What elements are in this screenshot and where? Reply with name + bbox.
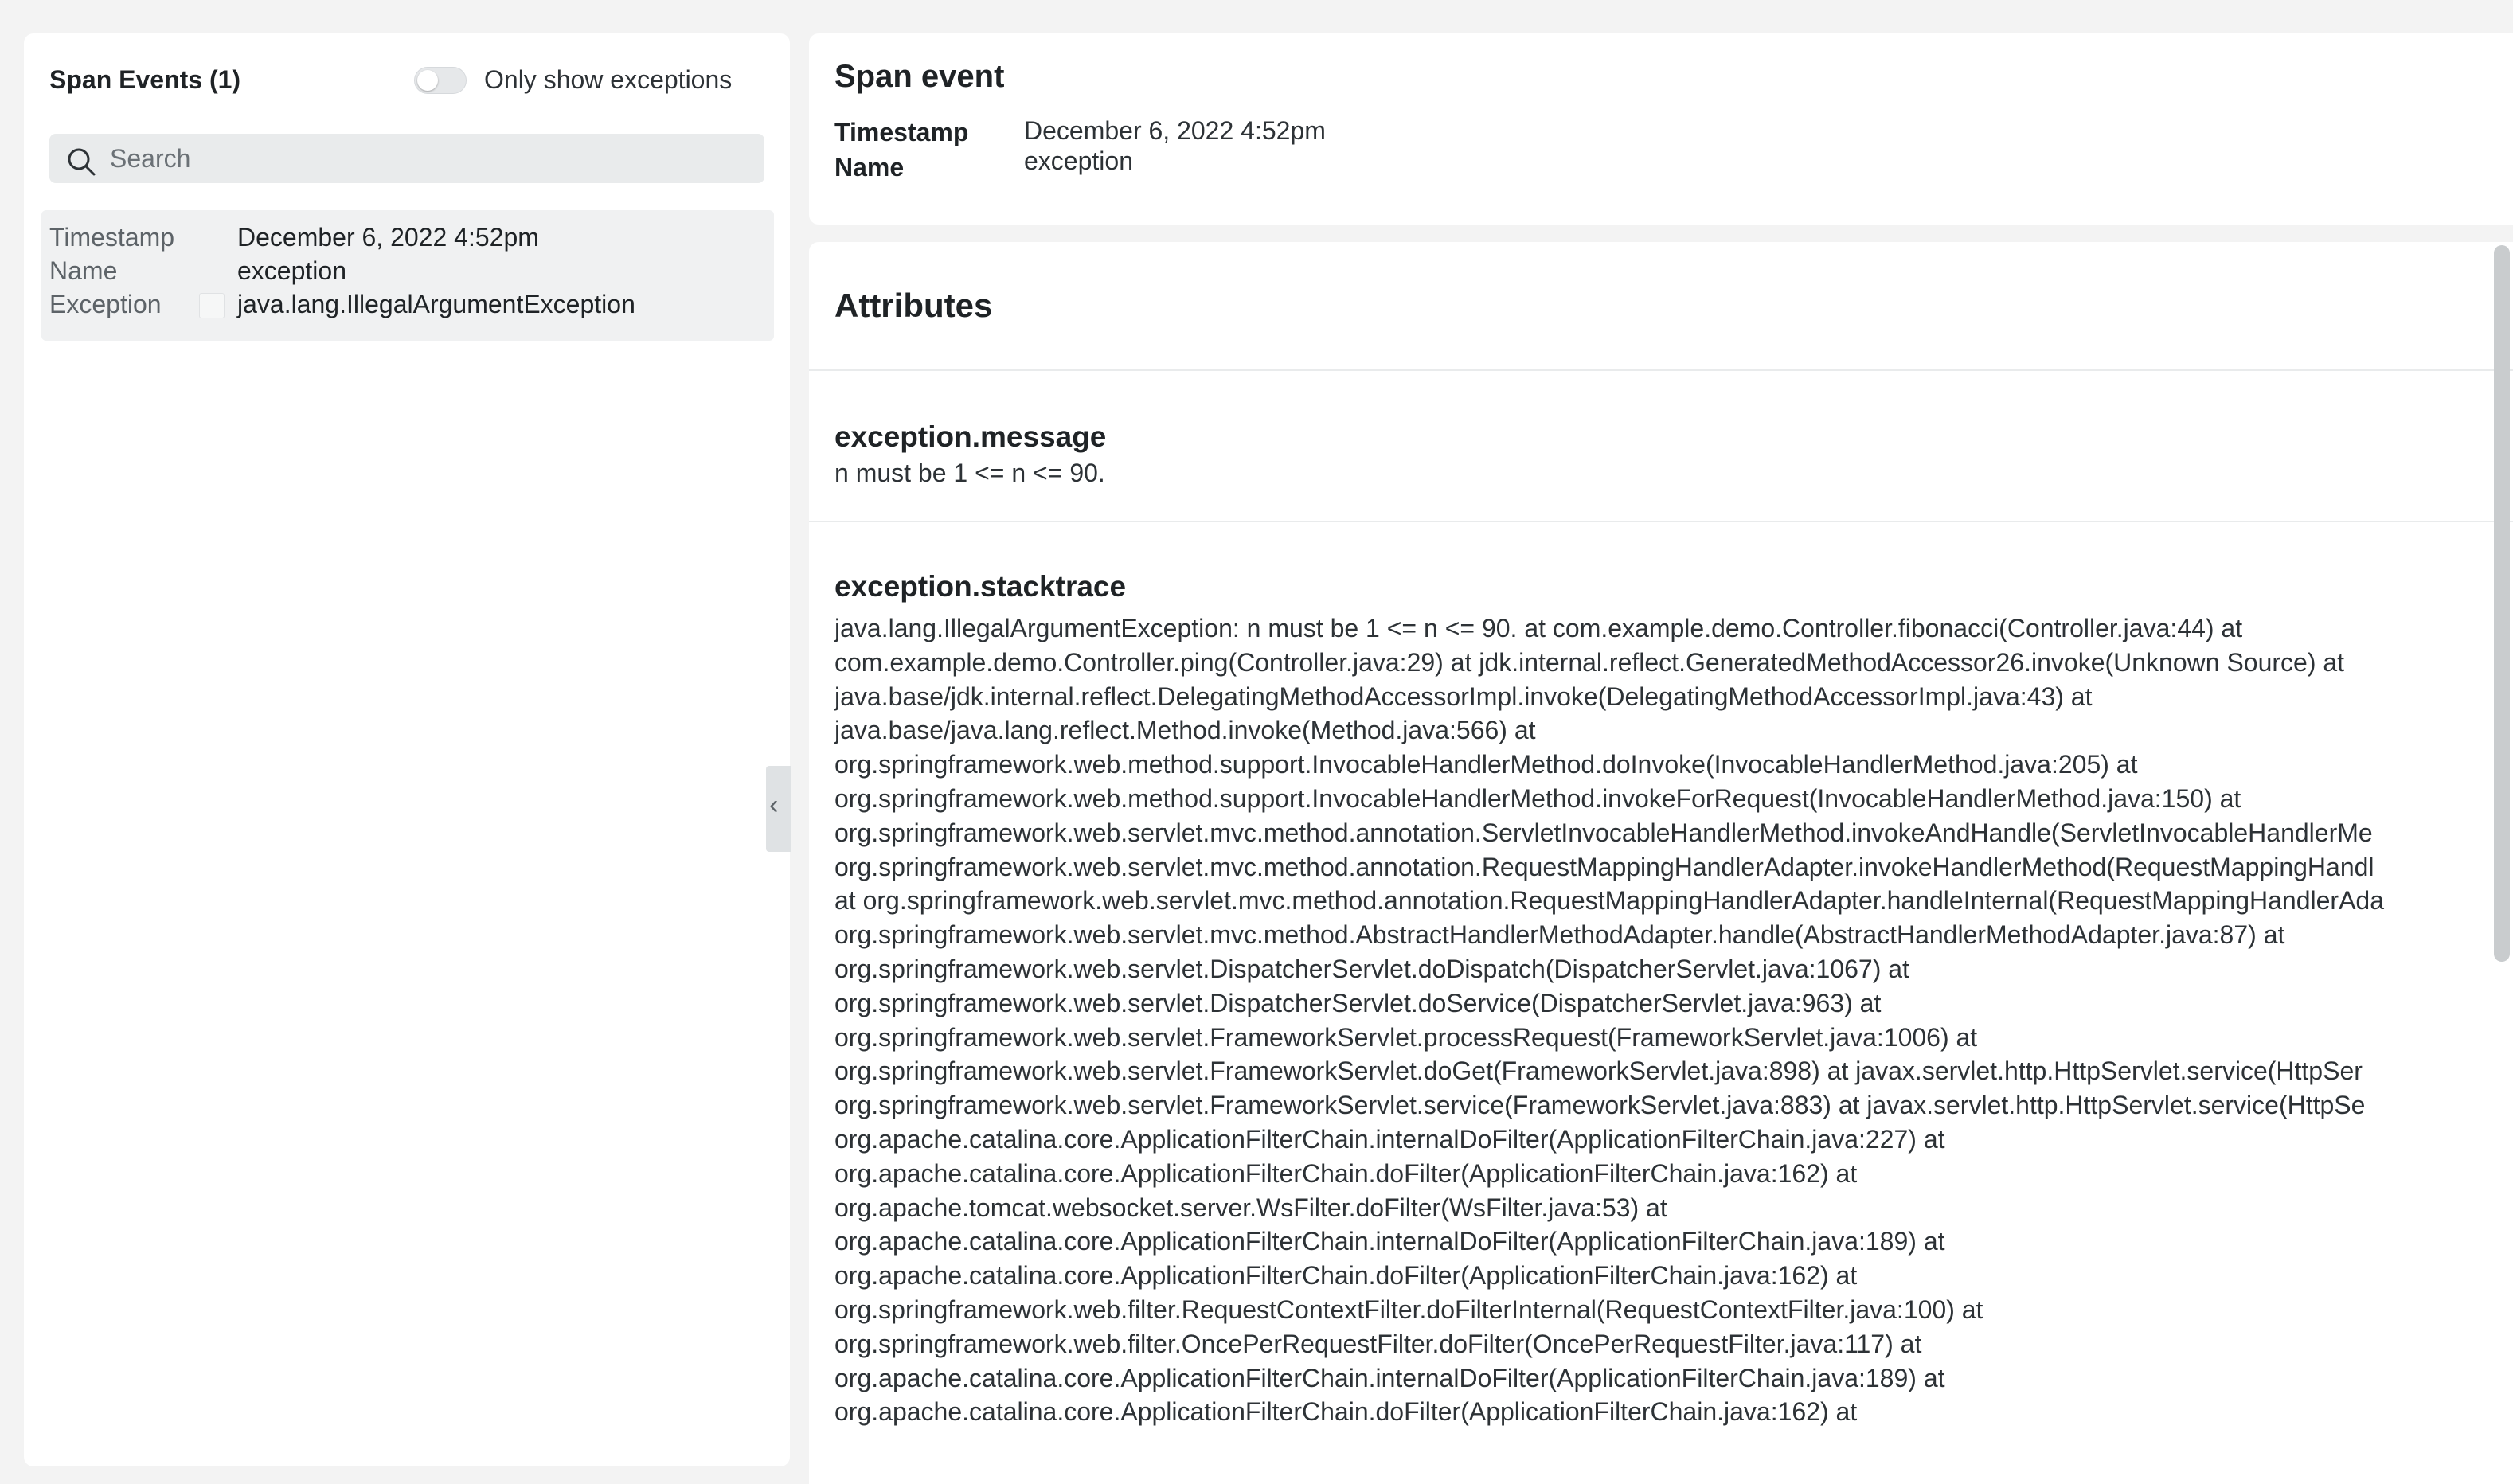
chevron-left-icon: ‹ [769,790,779,820]
divider [809,521,2513,522]
stacktrace-line: org.springframework.web.servlet.Framewor… [834,1091,2366,1120]
search-icon [68,148,96,176]
stacktrace-line: org.apache.catalina.core.ApplicationFilt… [834,1363,1945,1392]
stacktrace-line: org.springframework.web.servlet.mvc.meth… [834,852,2374,881]
event-exception-value: java.lang.IllegalArgumentException [237,290,635,318]
collapse-panel-button[interactable]: ‹ [766,766,791,852]
stacktrace-line: org.springframework.web.servlet.mvc.meth… [834,818,2373,847]
stacktrace-line: org.springframework.web.servlet.Dispatch… [834,988,1882,1017]
search-box [49,134,764,183]
span-name-value: exception [1024,146,1133,175]
span-events-panel: Span Events (1) Only show exceptions Tim… [24,33,790,1466]
stacktrace-line: org.apache.catalina.core.ApplicationFilt… [834,1158,1858,1188]
stacktrace-line: org.apache.catalina.core.ApplicationFilt… [834,1124,1945,1154]
span-event-panel: Span event Timestamp December 6, 2022 4:… [809,33,2513,225]
stacktrace-line: org.apache.catalina.core.ApplicationFilt… [834,1261,1858,1291]
event-timestamp-value: December 6, 2022 4:52pm [237,223,539,252]
event-exception-label: Exception [49,290,162,318]
span-name-label: Name [834,153,905,182]
event-name-label: Name [49,256,118,285]
exception-message-key: exception.message [834,420,1107,453]
stacktrace-line: org.springframework.web.method.support.I… [834,750,2138,779]
only-exceptions-label: Only show exceptions [484,65,733,94]
stacktrace-line: org.springframework.web.servlet.Dispatch… [834,954,1909,983]
stacktrace-line: org.springframework.web.method.support.I… [834,783,2241,813]
attributes-panel: Attributes exception.message n must be 1… [809,242,2513,1484]
span-timestamp-value: December 6, 2022 4:52pm [1024,116,1326,145]
attributes-title: Attributes [834,287,993,324]
stacktrace-line: at org.springframework.web.servlet.mvc.m… [834,886,2385,916]
stacktrace-line: org.apache.tomcat.websocket.server.WsFil… [834,1193,1667,1222]
only-exceptions-toggle[interactable] [414,67,467,94]
stacktrace-line: org.springframework.web.filter.RequestCo… [834,1295,1983,1324]
span-events-title: Span Events (1) [49,65,241,94]
stacktrace-line: java.base/jdk.internal.reflect.Delegatin… [834,681,2093,711]
stacktrace-line: org.apache.catalina.core.ApplicationFilt… [834,1397,1858,1427]
event-name-value: exception [237,256,346,285]
search-input[interactable] [110,134,747,183]
stacktrace-line: org.springframework.web.servlet.Framewor… [834,1056,2363,1086]
attributes-scrollbar[interactable] [2494,245,2510,962]
toggle-knob [417,70,438,91]
stacktrace-line: java.lang.IllegalArgumentException: n mu… [834,614,2243,642]
stacktrace-line: org.springframework.web.servlet.mvc.meth… [834,920,2285,950]
event-timestamp-label: Timestamp [49,223,175,252]
stacktrace-line: org.springframework.web.filter.OncePerRe… [834,1329,1922,1358]
span-timestamp-label: Timestamp [834,118,969,146]
stacktrace-line: com.example.demo.Controller.ping(Control… [834,647,2345,677]
divider [809,369,2513,371]
span-event-title: Span event [834,59,1005,94]
stacktrace-line: org.springframework.web.servlet.Framewor… [834,1022,1978,1052]
exception-stacktrace-key: exception.stacktrace [834,570,1127,603]
stacktrace-line: org.apache.catalina.core.ApplicationFilt… [834,1227,1945,1256]
info-icon[interactable] [199,293,225,318]
stacktrace-line: java.base/java.lang.reflect.Method.invok… [834,716,1536,745]
span-event-list-item[interactable]: Timestamp December 6, 2022 4:52pm Name e… [41,210,774,341]
exception-stacktrace-value: java.lang.IllegalArgumentException: n mu… [834,611,2475,1429]
exception-message-value: n must be 1 <= n <= 90. [834,459,1105,487]
